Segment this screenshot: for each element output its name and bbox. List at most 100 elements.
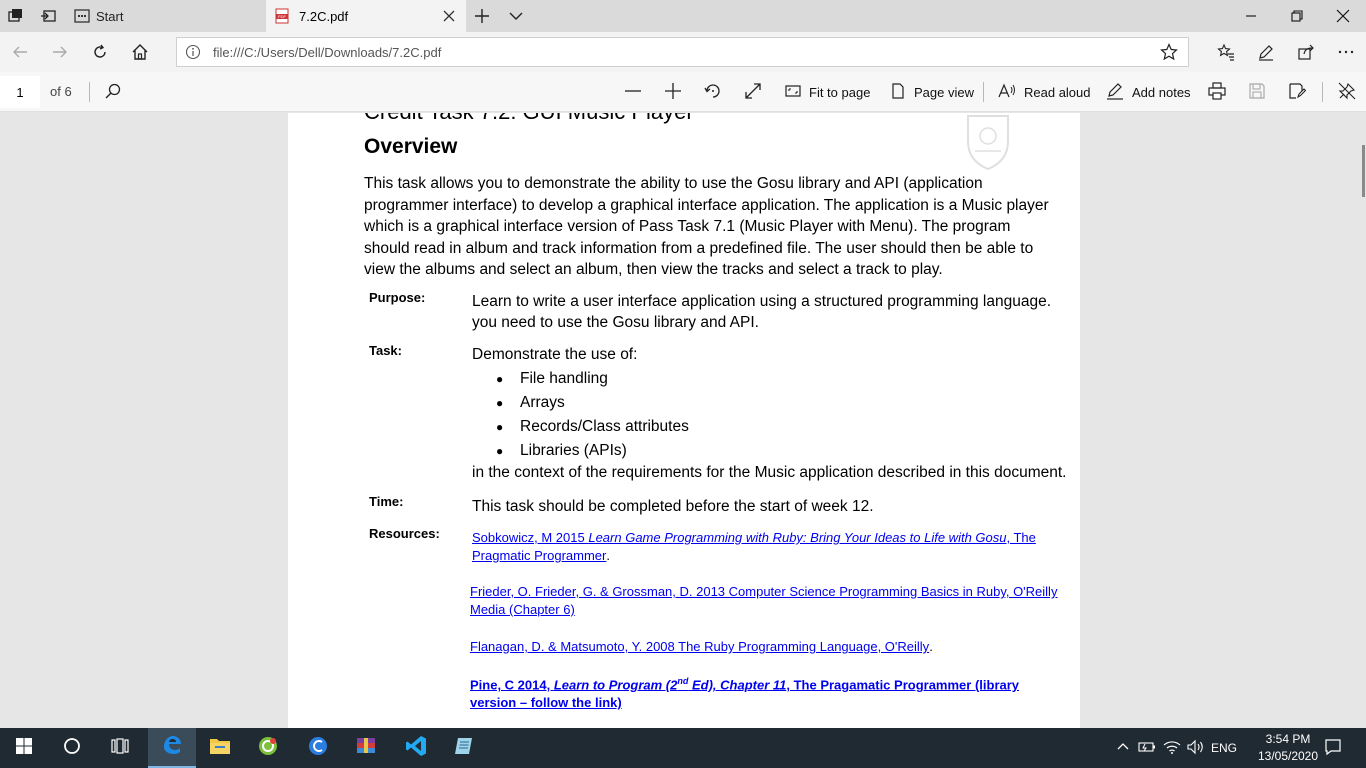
taskbar-app-green[interactable] — [244, 728, 292, 768]
reference-link-4[interactable]: Pine, C 2014, Learn to Program (2nd Ed),… — [470, 672, 1075, 712]
favorite-star-icon[interactable] — [1160, 43, 1178, 66]
app-icon — [257, 735, 279, 762]
fit-to-page-button[interactable]: Fit to page — [785, 76, 870, 108]
add-notes-button[interactable]: Add notes — [1106, 76, 1191, 108]
chevron-down-icon[interactable] — [506, 6, 526, 31]
action-center-button[interactable] — [1316, 728, 1350, 768]
full-screen-button[interactable] — [744, 76, 770, 108]
reference-link-1[interactable]: Sobkowicz, M 2015 Learn Game Programming… — [472, 529, 1072, 565]
task-view-icon — [111, 737, 129, 760]
taskbar-vscode[interactable] — [392, 728, 440, 768]
task-label: Task: — [369, 343, 402, 358]
page-view-button[interactable]: Page view — [890, 76, 974, 108]
print-button[interactable] — [1208, 76, 1234, 108]
pdf-page: Credit Task 7.2: GUI Music Player Overvi… — [288, 113, 1080, 728]
taskbar-app-blue-c[interactable] — [294, 728, 342, 768]
notepad-icon — [453, 735, 475, 762]
scrollbar-thumb[interactable] — [1362, 145, 1365, 197]
zoom-out-button[interactable] — [624, 76, 650, 108]
pdf-icon: PDF — [274, 8, 290, 27]
list-item: Libraries (APIs) — [496, 439, 689, 463]
home-button[interactable] — [120, 32, 160, 72]
save-button[interactable] — [1248, 76, 1274, 108]
save-as-icon — [1288, 82, 1314, 103]
forward-button[interactable] — [40, 32, 80, 72]
start-page-icon — [74, 8, 90, 27]
toolbar-divider — [983, 82, 984, 102]
web-note-button[interactable] — [1246, 32, 1286, 72]
pin-toolbar-button[interactable] — [1338, 76, 1364, 108]
edge-icon — [161, 734, 183, 761]
volume-button[interactable] — [1185, 728, 1207, 768]
archive-icon — [355, 735, 377, 762]
minus-icon — [624, 82, 650, 103]
share-button[interactable] — [1286, 32, 1326, 72]
rotate-button[interactable] — [704, 76, 730, 108]
taskbar-app-notepad[interactable] — [440, 728, 488, 768]
ref-book-title: Learn to Program (2 — [553, 677, 678, 693]
reference-link-2[interactable]: Frieder, O. Frieder, G. & Grossman, D. 2… — [470, 583, 1075, 619]
refresh-button[interactable] — [80, 32, 120, 72]
search-button[interactable] — [104, 76, 130, 108]
page-view-icon — [890, 82, 914, 102]
taskbar-edge[interactable] — [148, 728, 196, 768]
wifi-icon — [1163, 739, 1181, 758]
ref-author: Sobkowicz, M 2015 — [472, 530, 589, 545]
info-icon[interactable] — [185, 44, 201, 65]
minimize-button[interactable] — [1228, 0, 1274, 32]
rotate-icon — [704, 82, 730, 103]
cortana-search-button[interactable] — [48, 728, 96, 768]
start-button[interactable] — [0, 728, 48, 768]
more-options-button[interactable] — [1326, 32, 1366, 72]
document-viewport[interactable]: Credit Task 7.2: GUI Music Player Overvi… — [0, 113, 1366, 728]
reference-link-3[interactable]: Flanagan, D. & Matsumoto, Y. 2008 The Ru… — [470, 638, 1075, 656]
tab-actions-icon[interactable] — [0, 0, 32, 32]
unpin-icon — [1338, 82, 1364, 103]
set-tabs-aside-icon[interactable] — [32, 0, 64, 32]
pdf-toolbar: 1 of 6 Fit to page Page view Read aloud … — [0, 72, 1366, 112]
time-text: This task should be completed before the… — [472, 498, 874, 515]
taskbar-file-explorer[interactable] — [196, 728, 244, 768]
ref-book-title: Learn Game Programming with Ruby: Bring … — [588, 530, 1007, 545]
network-button[interactable] — [1161, 728, 1183, 768]
url-field[interactable]: file:///C:/Users/Dell/Downloads/7.2C.pdf — [176, 37, 1189, 67]
tab-start[interactable]: Start — [66, 0, 266, 32]
tab-label: Start — [96, 8, 124, 24]
save-as-button[interactable] — [1288, 76, 1314, 108]
toolbar-divider — [89, 82, 90, 102]
ref-text: , The Pragamatic Programmer (library — [786, 677, 1020, 693]
ref-text: version – follow the link) — [470, 695, 622, 711]
tab-pdf[interactable]: PDF 7.2C.pdf — [266, 0, 466, 32]
save-icon — [1248, 82, 1274, 103]
app-icon — [307, 735, 329, 762]
input-language-button[interactable]: ENG — [1209, 728, 1239, 768]
close-tab-icon[interactable] — [441, 8, 457, 27]
taskbar-winrar[interactable] — [342, 728, 390, 768]
task-view-button[interactable] — [96, 728, 144, 768]
ref-text: Frieder, O. Frieder, G. & Grossman, D. 2… — [470, 584, 1058, 599]
fit-page-icon — [785, 83, 809, 102]
ref-text: , The — [1006, 530, 1036, 545]
page-number-input[interactable]: 1 — [0, 76, 40, 108]
tab-label: 7.2C.pdf — [299, 8, 349, 24]
read-aloud-label: Read aloud — [1024, 84, 1091, 100]
overview-heading: Overview — [364, 135, 458, 158]
restore-button[interactable] — [1274, 0, 1320, 32]
battery-button[interactable] — [1136, 728, 1158, 768]
close-window-button[interactable] — [1320, 0, 1366, 32]
show-hidden-icons-button[interactable] — [1114, 728, 1132, 768]
task-list: File handling Arrays Records/Class attri… — [496, 367, 689, 463]
favorites-hub-button[interactable] — [1206, 32, 1246, 72]
cortana-circle-icon — [63, 737, 81, 760]
back-button[interactable] — [0, 32, 40, 72]
fit-to-page-label: Fit to page — [809, 84, 871, 100]
zoom-in-button[interactable] — [664, 76, 690, 108]
search-icon — [104, 82, 130, 103]
read-aloud-button[interactable]: Read aloud — [998, 76, 1091, 108]
address-bar: file:///C:/Users/Dell/Downloads/7.2C.pdf — [0, 32, 1366, 72]
add-notes-label: Add notes — [1132, 84, 1191, 100]
new-tab-icon[interactable] — [472, 6, 492, 31]
plus-icon — [664, 82, 690, 103]
ref-chapter: Ed), Chapter 11 — [688, 677, 787, 693]
page-view-label: Page view — [914, 84, 974, 100]
